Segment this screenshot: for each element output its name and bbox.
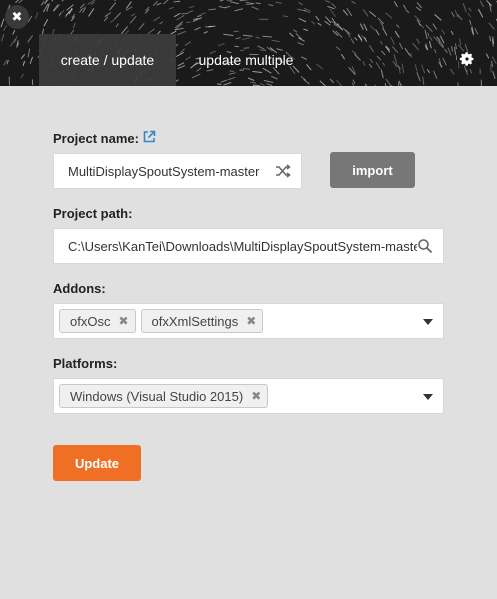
project-name-input[interactable]: MultiDisplaySpoutSystem-master [53, 153, 302, 189]
addons-select[interactable]: ofxOsc ✖ ofxXmlSettings ✖ [53, 303, 444, 339]
chevron-down-icon[interactable] [423, 394, 433, 400]
chevron-down-icon[interactable] [423, 319, 433, 325]
project-path-value: C:\Users\KanTei\Downloads\MultiDisplaySp… [68, 238, 417, 254]
gear-icon[interactable] [459, 51, 475, 67]
remove-icon[interactable]: ✖ [246, 314, 256, 328]
close-button[interactable]: ✖ [5, 5, 29, 29]
platforms-select[interactable]: Windows (Visual Studio 2015) ✖ [53, 378, 444, 414]
project-name-value: MultiDisplaySpoutSystem-master [68, 163, 260, 179]
addons-label: Addons: [53, 281, 106, 296]
addon-chip-label: ofxXmlSettings [151, 313, 239, 329]
search-icon[interactable] [417, 238, 433, 254]
tab-create-update[interactable]: create / update [39, 34, 176, 86]
platform-chip[interactable]: Windows (Visual Studio 2015) ✖ [59, 384, 269, 408]
project-name-label: Project name: [53, 131, 139, 146]
remove-icon[interactable]: ✖ [251, 389, 261, 403]
close-icon: ✖ [11, 9, 23, 24]
addon-chip[interactable]: ofxXmlSettings ✖ [140, 309, 264, 333]
shuffle-icon[interactable] [275, 163, 291, 179]
import-button[interactable]: import [330, 152, 415, 188]
external-link-icon[interactable] [142, 130, 156, 144]
addon-chip-label: ofxOsc [70, 313, 111, 329]
platforms-label: Platforms: [53, 356, 118, 371]
remove-icon[interactable]: ✖ [118, 314, 128, 328]
tab-update-multiple[interactable]: update multiple [182, 34, 310, 86]
addon-chip[interactable]: ofxOsc ✖ [59, 309, 136, 333]
project-path-label: Project path: [53, 206, 133, 221]
platform-chip-label: Windows (Visual Studio 2015) [70, 388, 244, 404]
project-path-input[interactable]: C:\Users\KanTei\Downloads\MultiDisplaySp… [53, 228, 444, 264]
tab-update-multiple-label: update multiple [198, 52, 294, 68]
header: ✖ create / update update multiple [0, 0, 497, 86]
update-button[interactable]: Update [53, 445, 141, 481]
tab-create-update-label: create / update [60, 52, 155, 68]
